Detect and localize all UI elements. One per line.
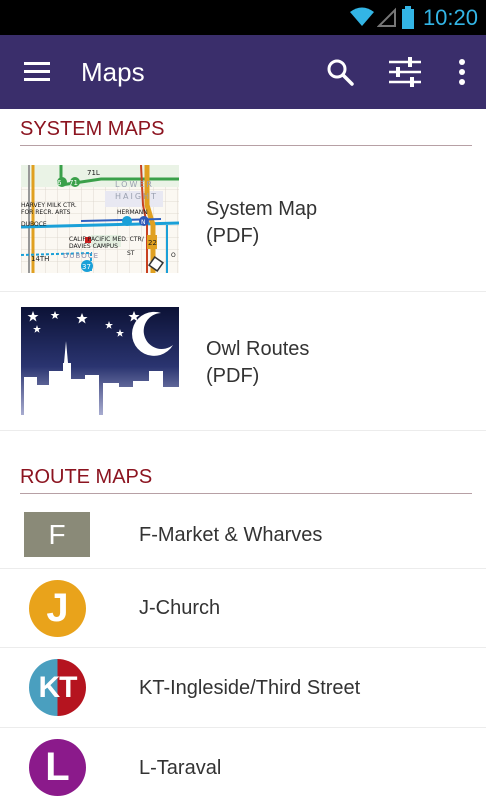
map-label-davies-campus: DAVIES CAMPUS — [69, 243, 118, 250]
route-item-l[interactable]: L L-Taraval — [0, 728, 486, 800]
route-maps-header: ROUTE MAPS — [20, 466, 472, 494]
map-label-duboce: DUBOCE — [21, 221, 47, 228]
route-name-f: F-Market & Wharves — [139, 524, 323, 546]
map-label-71l: 71L — [87, 169, 100, 177]
route-badge-j: J — [29, 580, 86, 637]
map-label-calif-pacific: CALIF PACIFIC MED. CTR/ — [69, 236, 145, 243]
map-label-14th: 14TH — [31, 255, 49, 263]
more-vertical-icon[interactable] — [444, 54, 480, 90]
route-name-kt: KT-Ingleside/Third Street — [139, 677, 361, 699]
route-item-kt[interactable]: KT KT-Ingleside/Third Street — [0, 648, 486, 728]
system-map-label: System Map (PDF) — [206, 196, 317, 250]
map-label-22: 22 — [148, 239, 157, 247]
map-label-recr-arts: FOR RECR. ARTS — [21, 209, 71, 216]
status-bar: 10:20 — [0, 0, 486, 35]
route-item-f[interactable]: F F-Market & Wharves — [0, 502, 486, 569]
route-item-j[interactable]: J J-Church — [0, 569, 486, 648]
search-icon[interactable] — [322, 54, 358, 90]
owl-routes-thumbnail — [21, 307, 179, 415]
system-map-title: System Map — [206, 198, 318, 220]
system-map-subtitle: (PDF) — [206, 225, 260, 247]
route-badge-l: L — [29, 739, 86, 796]
route-name-l: L-Taraval — [139, 757, 222, 779]
map-label-lower: LOWER — [115, 180, 154, 189]
app-bar: Maps — [0, 35, 486, 109]
system-maps-header: SYSTEM MAPS — [20, 118, 472, 146]
status-time: 10:20 — [422, 5, 478, 30]
map-label-haight: HAIGHT — [115, 192, 158, 201]
route-name-j: J-Church — [139, 597, 221, 619]
route-badge-f: F — [24, 512, 90, 557]
wifi-icon — [350, 7, 374, 26]
hamburger-menu-icon[interactable] — [20, 54, 56, 90]
map-label-st: ST — [127, 250, 135, 257]
route-maps-header-label: ROUTE MAPS — [20, 466, 153, 488]
owl-routes-subtitle: (PDF) — [206, 365, 260, 387]
route-badge-kt: KT — [29, 659, 86, 716]
signal-icon — [377, 7, 396, 27]
system-maps-header-label: SYSTEM MAPS — [20, 118, 165, 140]
battery-icon — [402, 6, 414, 29]
map-label-duboce-street: DUBOCE — [63, 252, 99, 260]
map-label-o: O — [171, 252, 176, 259]
sliders-icon[interactable] — [386, 54, 424, 90]
map-label-n: N — [141, 219, 146, 226]
map-label-hermann: HERMANN — [117, 209, 148, 216]
page-title: Maps — [81, 57, 145, 87]
map-label-6: 6 — [57, 179, 62, 187]
owl-routes-item[interactable]: Owl Routes (PDF) — [0, 292, 486, 431]
map-label-71: 71 — [69, 179, 78, 187]
system-map-thumbnail: 6 71 71L LOWER HAIGHT HARVEY MILK CTR. F… — [21, 165, 179, 273]
system-map-item[interactable]: 6 71 71L LOWER HAIGHT HARVEY MILK CTR. F… — [0, 148, 486, 292]
map-label-harvey-milk: HARVEY MILK CTR. — [21, 202, 77, 209]
owl-routes-title: Owl Routes — [206, 338, 310, 360]
owl-routes-label: Owl Routes (PDF) — [206, 336, 309, 390]
map-label-37: 37 — [82, 263, 91, 271]
